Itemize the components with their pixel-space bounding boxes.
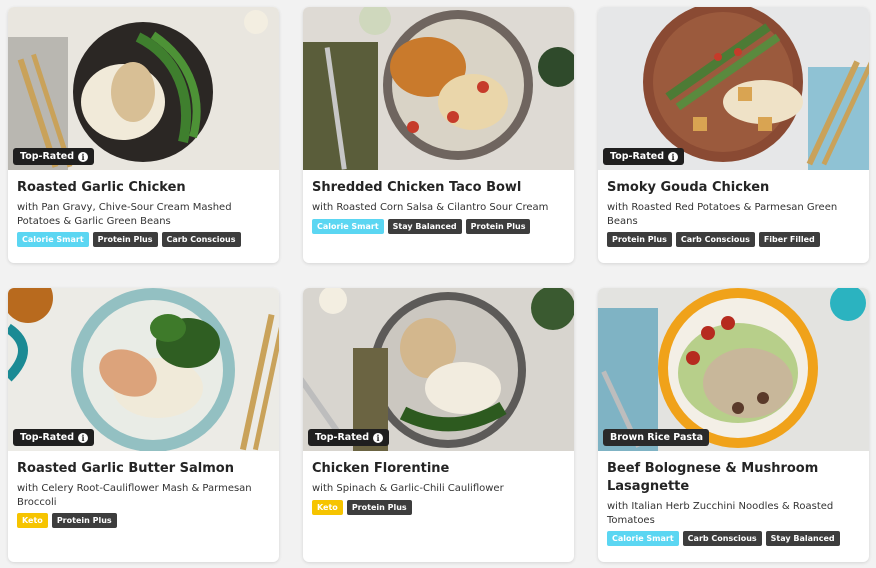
recipe-card[interactable]: Top-Rated i Roasted Garlic Butter Salmon… <box>8 288 279 562</box>
tag-calorie-smart: Calorie Smart <box>312 218 384 234</box>
info-icon[interactable]: i <box>373 432 383 443</box>
top-rated-badge: Top-Rated i <box>603 148 684 165</box>
recipe-photo[interactable]: Top-Rated i <box>303 288 574 451</box>
recipe-photo[interactable]: Brown Rice Pasta <box>598 288 869 451</box>
brown-rice-pasta-badge: Brown Rice Pasta <box>603 429 709 446</box>
recipe-subtitle: with Celery Root-Cauliflower Mash & Parm… <box>17 483 252 508</box>
recipe-photo[interactable] <box>303 7 574 170</box>
tag-protein-plus: Protein Plus <box>607 232 672 247</box>
recipe-grid: Top-Rated i Roasted Garlic Chicken with … <box>0 0 876 568</box>
tag-fiber-filled: Fiber Filled <box>758 232 820 247</box>
tag-carb-conscious: Carb Conscious <box>682 531 762 546</box>
recipe-tags: Keto Protein Plus <box>17 513 270 528</box>
tag-protein-plus: Protein Plus <box>346 499 412 515</box>
info-icon[interactable]: i <box>668 151 678 162</box>
recipe-tags: Calorie Smart Stay Balanced Protein Plus <box>312 218 565 234</box>
tag-keto: Keto <box>17 513 48 528</box>
top-rated-badge: Top-Rated i <box>13 148 94 165</box>
tag-carb-conscious: Carb Conscious <box>161 232 241 247</box>
tag-stay-balanced: Stay Balanced <box>387 218 462 234</box>
tag-stay-balanced: Stay Balanced <box>765 531 840 546</box>
tag-protein-plus: Protein Plus <box>465 218 531 234</box>
tag-calorie-smart: Calorie Smart <box>607 531 679 546</box>
recipe-card[interactable]: Top-Rated i Smoky Gouda Chicken with Roa… <box>598 7 869 263</box>
recipe-tags: Calorie Smart Protein Plus Carb Consciou… <box>17 232 270 247</box>
recipe-title[interactable]: Shredded Chicken Taco Bowl <box>312 179 565 197</box>
recipe-subtitle: with Roasted Corn Salsa & Cilantro Sour … <box>312 202 549 213</box>
tag-protein-plus: Protein Plus <box>51 513 117 528</box>
top-rated-badge: Top-Rated i <box>308 429 389 446</box>
recipe-subtitle: with Pan Gravy, Chive-Sour Cream Mashed … <box>17 202 232 227</box>
recipe-title[interactable]: Smoky Gouda Chicken <box>607 179 860 197</box>
recipe-photo[interactable]: Top-Rated i <box>8 288 279 451</box>
recipe-title[interactable]: Chicken Florentine <box>312 460 565 478</box>
recipe-card[interactable]: Top-Rated i Roasted Garlic Chicken with … <box>8 7 279 263</box>
tag-carb-conscious: Carb Conscious <box>675 232 755 247</box>
recipe-tags: Keto Protein Plus <box>312 499 565 515</box>
recipe-subtitle: with Spinach & Garlic-Chili Cauliflower <box>312 483 504 494</box>
recipe-title[interactable]: Roasted Garlic Chicken <box>17 179 270 197</box>
recipe-card[interactable]: Brown Rice Pasta Beef Bolognese & Mushro… <box>598 288 869 562</box>
recipe-subtitle: with Roasted Red Potatoes & Parmesan Gre… <box>607 202 838 227</box>
recipe-card[interactable]: Top-Rated i Chicken Florentine with Spin… <box>303 288 574 562</box>
recipe-card[interactable]: Shredded Chicken Taco Bowl with Roasted … <box>303 7 574 263</box>
tag-calorie-smart: Calorie Smart <box>17 232 89 247</box>
recipe-subtitle: with Italian Herb Zucchini Noodles & Roa… <box>607 501 834 526</box>
recipe-title[interactable]: Roasted Garlic Butter Salmon <box>17 460 270 478</box>
recipe-photo[interactable]: Top-Rated i <box>8 7 279 170</box>
recipe-title[interactable]: Beef Bolognese & Mushroom Lasagnette <box>607 460 860 496</box>
tag-keto: Keto <box>312 499 343 515</box>
top-rated-badge: Top-Rated i <box>13 429 94 446</box>
recipe-photo[interactable]: Top-Rated i <box>598 7 869 170</box>
tag-protein-plus: Protein Plus <box>92 232 158 247</box>
recipe-tags: Protein Plus Carb Conscious Fiber Filled <box>607 232 860 247</box>
info-icon[interactable]: i <box>78 151 88 162</box>
recipe-tags: Calorie Smart Carb Conscious Stay Balanc… <box>607 531 860 546</box>
info-icon[interactable]: i <box>78 432 88 443</box>
